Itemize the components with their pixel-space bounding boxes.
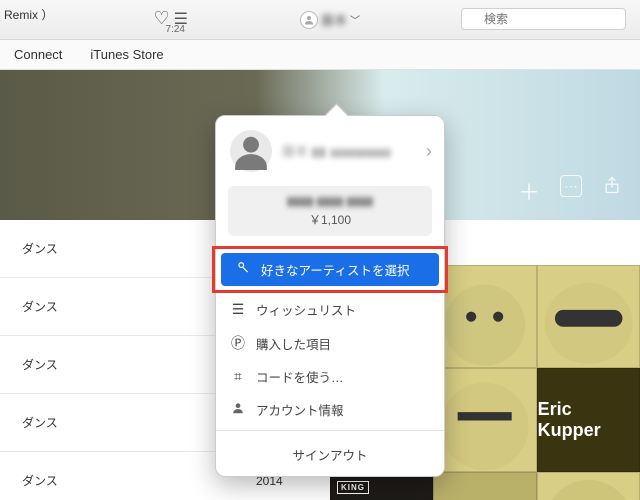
album-tile [433, 472, 536, 500]
menu-wishlist[interactable]: ☰ ウィッシュリスト [216, 293, 444, 326]
now-playing-suffix: Remix ） [4, 6, 53, 23]
add-icon[interactable]: ＋ [518, 175, 540, 207]
code-icon: ⌗ [230, 368, 246, 385]
album-tile [537, 265, 640, 368]
account-name: 藤本 [321, 10, 347, 29]
account-button[interactable]: 藤本 ﹀ [300, 10, 360, 29]
account-popover: 藤本 ▮▮ ▮▮▮▮▮▮▮▮▮▮ › ▮▮▮▮ ▮▮▮▮ ▮▮▮▮ ￥1,100… [215, 115, 445, 477]
share-icon[interactable] [602, 175, 622, 207]
account-header[interactable]: 藤本 ▮▮ ▮▮▮▮▮▮▮▮▮▮ › [216, 116, 444, 182]
menu-redeem-code[interactable]: ⌗ コードを使う… [216, 360, 444, 393]
album-artist-tile: Eric Kupper [537, 368, 640, 471]
track-duration: 7:24 [166, 24, 185, 35]
menu-account-info[interactable]: アカウント情報 [216, 393, 444, 426]
content-area: ＋ ⋯ ダンス ダンス ダンス ダンス ダンス 2014 2014 Eric [0, 70, 640, 500]
tab-connect[interactable]: Connect [0, 47, 76, 62]
separator [216, 430, 444, 431]
avatar-icon [230, 130, 272, 172]
tab-store[interactable]: iTunes Store [76, 47, 177, 62]
menu-purchased[interactable]: Ⓟ 購入した項目 [216, 326, 444, 360]
account-email: ▮▮▮▮▮▮▮▮▮▮ [330, 146, 391, 159]
purchased-icon: Ⓟ [230, 333, 246, 353]
list-item[interactable]: ダンス [0, 336, 250, 394]
title-bar: Remix ） ♡ ☰ 7:24 藤本 ﹀ 🔍 [0, 0, 640, 40]
list-item[interactable]: ダンス [0, 452, 250, 500]
search-input[interactable] [461, 8, 626, 30]
credit-amount: ￥1,100 [236, 211, 424, 228]
account-display-name: 藤本 ▮▮ [282, 141, 326, 160]
mic-icon [235, 261, 251, 278]
highlight-box: 好きなアーティストを選択 [212, 246, 448, 293]
menu-signout[interactable]: サインアウト [216, 435, 444, 476]
brand-label: KING [337, 481, 369, 494]
credit-box[interactable]: ▮▮▮▮ ▮▮▮▮ ▮▮▮▮ ￥1,100 [228, 186, 432, 236]
chevron-down-icon: ﹀ [350, 12, 360, 27]
person-icon [300, 11, 318, 29]
chevron-right-icon: › [426, 141, 432, 162]
person-icon [230, 401, 246, 418]
list-icon: ☰ [230, 301, 246, 318]
album-tile [537, 472, 640, 500]
more-icon[interactable]: ⋯ [560, 175, 582, 197]
tab-bar: Connect iTunes Store [0, 40, 640, 70]
album-tile [433, 265, 536, 368]
album-tile [433, 368, 536, 471]
list-item[interactable]: ダンス [0, 394, 250, 452]
menu-favorite-artists[interactable]: 好きなアーティストを選択 [221, 253, 439, 286]
